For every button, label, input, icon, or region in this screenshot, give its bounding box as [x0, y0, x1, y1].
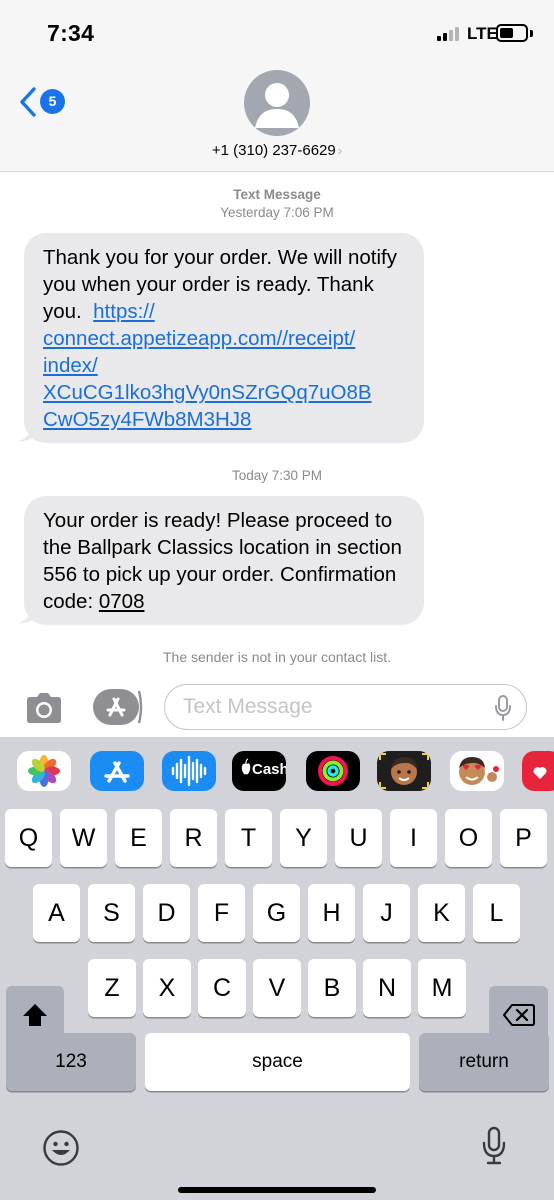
- dictation-mic-icon[interactable]: [494, 695, 512, 721]
- key-v[interactable]: V: [253, 959, 301, 1017]
- key-z[interactable]: Z: [88, 959, 136, 1017]
- dictation-icon[interactable]: [481, 1126, 507, 1166]
- message-timestamp: Text Message Yesterday 7:06 PM: [0, 186, 554, 222]
- unread-badge: 5: [40, 89, 65, 114]
- audio-message-icon[interactable]: [162, 751, 216, 791]
- key-r[interactable]: R: [170, 809, 217, 867]
- apple-cash-icon[interactable]: Cash: [232, 751, 286, 791]
- key-g[interactable]: G: [253, 884, 300, 942]
- status-bar: 7:34 LTE: [0, 0, 554, 66]
- key-k[interactable]: K: [418, 884, 465, 942]
- timestamp-type: Text Message: [233, 187, 321, 202]
- conversation-header: 7:34 LTE 5 +1 (310) 237-6629 ›: [0, 0, 554, 172]
- message-input[interactable]: [183, 694, 473, 720]
- back-button[interactable]: 5: [18, 84, 70, 120]
- keyboard: Cash Q W E R T Y U I O P A S D F G H J K…: [0, 737, 554, 1200]
- key-d[interactable]: D: [143, 884, 190, 942]
- app-store-button[interactable]: [93, 689, 143, 725]
- confirmation-code[interactable]: 0708: [99, 590, 145, 613]
- key-s[interactable]: S: [88, 884, 135, 942]
- timestamp-time: Today 7:30 PM: [231, 468, 323, 483]
- key-e[interactable]: E: [115, 809, 162, 867]
- key-x[interactable]: X: [143, 959, 191, 1017]
- key-h[interactable]: H: [308, 884, 355, 942]
- key-j[interactable]: J: [363, 884, 410, 942]
- battery-tip: [530, 30, 533, 37]
- key-m[interactable]: M: [418, 959, 466, 1017]
- emoji-icon[interactable]: [42, 1129, 80, 1167]
- key-u[interactable]: U: [335, 809, 382, 867]
- key-w[interactable]: W: [60, 809, 107, 867]
- memoji-icon[interactable]: [377, 751, 431, 791]
- timestamp-time: Yesterday 7:06 PM: [220, 205, 334, 220]
- message-compose-field[interactable]: [164, 684, 527, 730]
- key-y[interactable]: Y: [280, 809, 327, 867]
- photos-icon[interactable]: [17, 751, 71, 791]
- message-text: Your order is ready! Please proceed to t…: [43, 509, 402, 613]
- network-type: LTE: [467, 24, 498, 43]
- receipt-link[interactable]: https://connect.appetizeapp.com//receipt…: [43, 300, 372, 431]
- battery-icon: [496, 24, 528, 42]
- message-bubble-received[interactable]: Your order is ready! Please proceed to t…: [24, 496, 424, 625]
- camera-button[interactable]: [24, 692, 64, 724]
- apple-cash-label: Cash: [252, 761, 286, 778]
- unknown-sender-notice: The sender is not in your contact list.: [163, 649, 391, 665]
- home-indicator: [178, 1187, 376, 1193]
- key-o[interactable]: O: [445, 809, 492, 867]
- numbers-key[interactable]: 123: [6, 1033, 136, 1091]
- memoji-stickers-icon[interactable]: [450, 751, 504, 791]
- activity-icon[interactable]: [306, 751, 360, 791]
- space-key[interactable]: space: [145, 1033, 410, 1091]
- chevron-left-icon: [20, 87, 36, 117]
- contact-number-text: +1 (310) 237-6629: [211, 142, 336, 159]
- key-l[interactable]: L: [473, 884, 520, 942]
- key-i[interactable]: I: [390, 809, 437, 867]
- key-f[interactable]: F: [198, 884, 245, 942]
- camera-icon: [27, 693, 61, 723]
- key-n[interactable]: N: [363, 959, 411, 1017]
- key-c[interactable]: C: [198, 959, 246, 1017]
- key-a[interactable]: A: [33, 884, 80, 942]
- digital-touch-icon[interactable]: [522, 751, 554, 791]
- message-timestamp: Today 7:30 PM: [0, 467, 554, 485]
- return-key[interactable]: return: [419, 1033, 549, 1091]
- key-q[interactable]: Q: [5, 809, 52, 867]
- contact-number[interactable]: +1 (310) 237-6629 ›: [0, 142, 554, 159]
- chevron-right-icon: ›: [337, 143, 343, 158]
- backspace-icon: [502, 1004, 535, 1026]
- imessage-app-drawer: Cash: [0, 737, 554, 805]
- key-p[interactable]: P: [500, 809, 547, 867]
- app-store-icon[interactable]: [90, 751, 144, 791]
- cellular-signal-icon: [437, 27, 463, 41]
- status-time: 7:34: [47, 20, 95, 46]
- app-store-icon: [93, 689, 143, 725]
- contact-avatar-icon[interactable]: [244, 70, 310, 136]
- shift-icon: [23, 1004, 47, 1026]
- message-bubble-received[interactable]: Thank you for your order. We will notify…: [24, 233, 424, 443]
- key-t[interactable]: T: [225, 809, 272, 867]
- key-b[interactable]: B: [308, 959, 356, 1017]
